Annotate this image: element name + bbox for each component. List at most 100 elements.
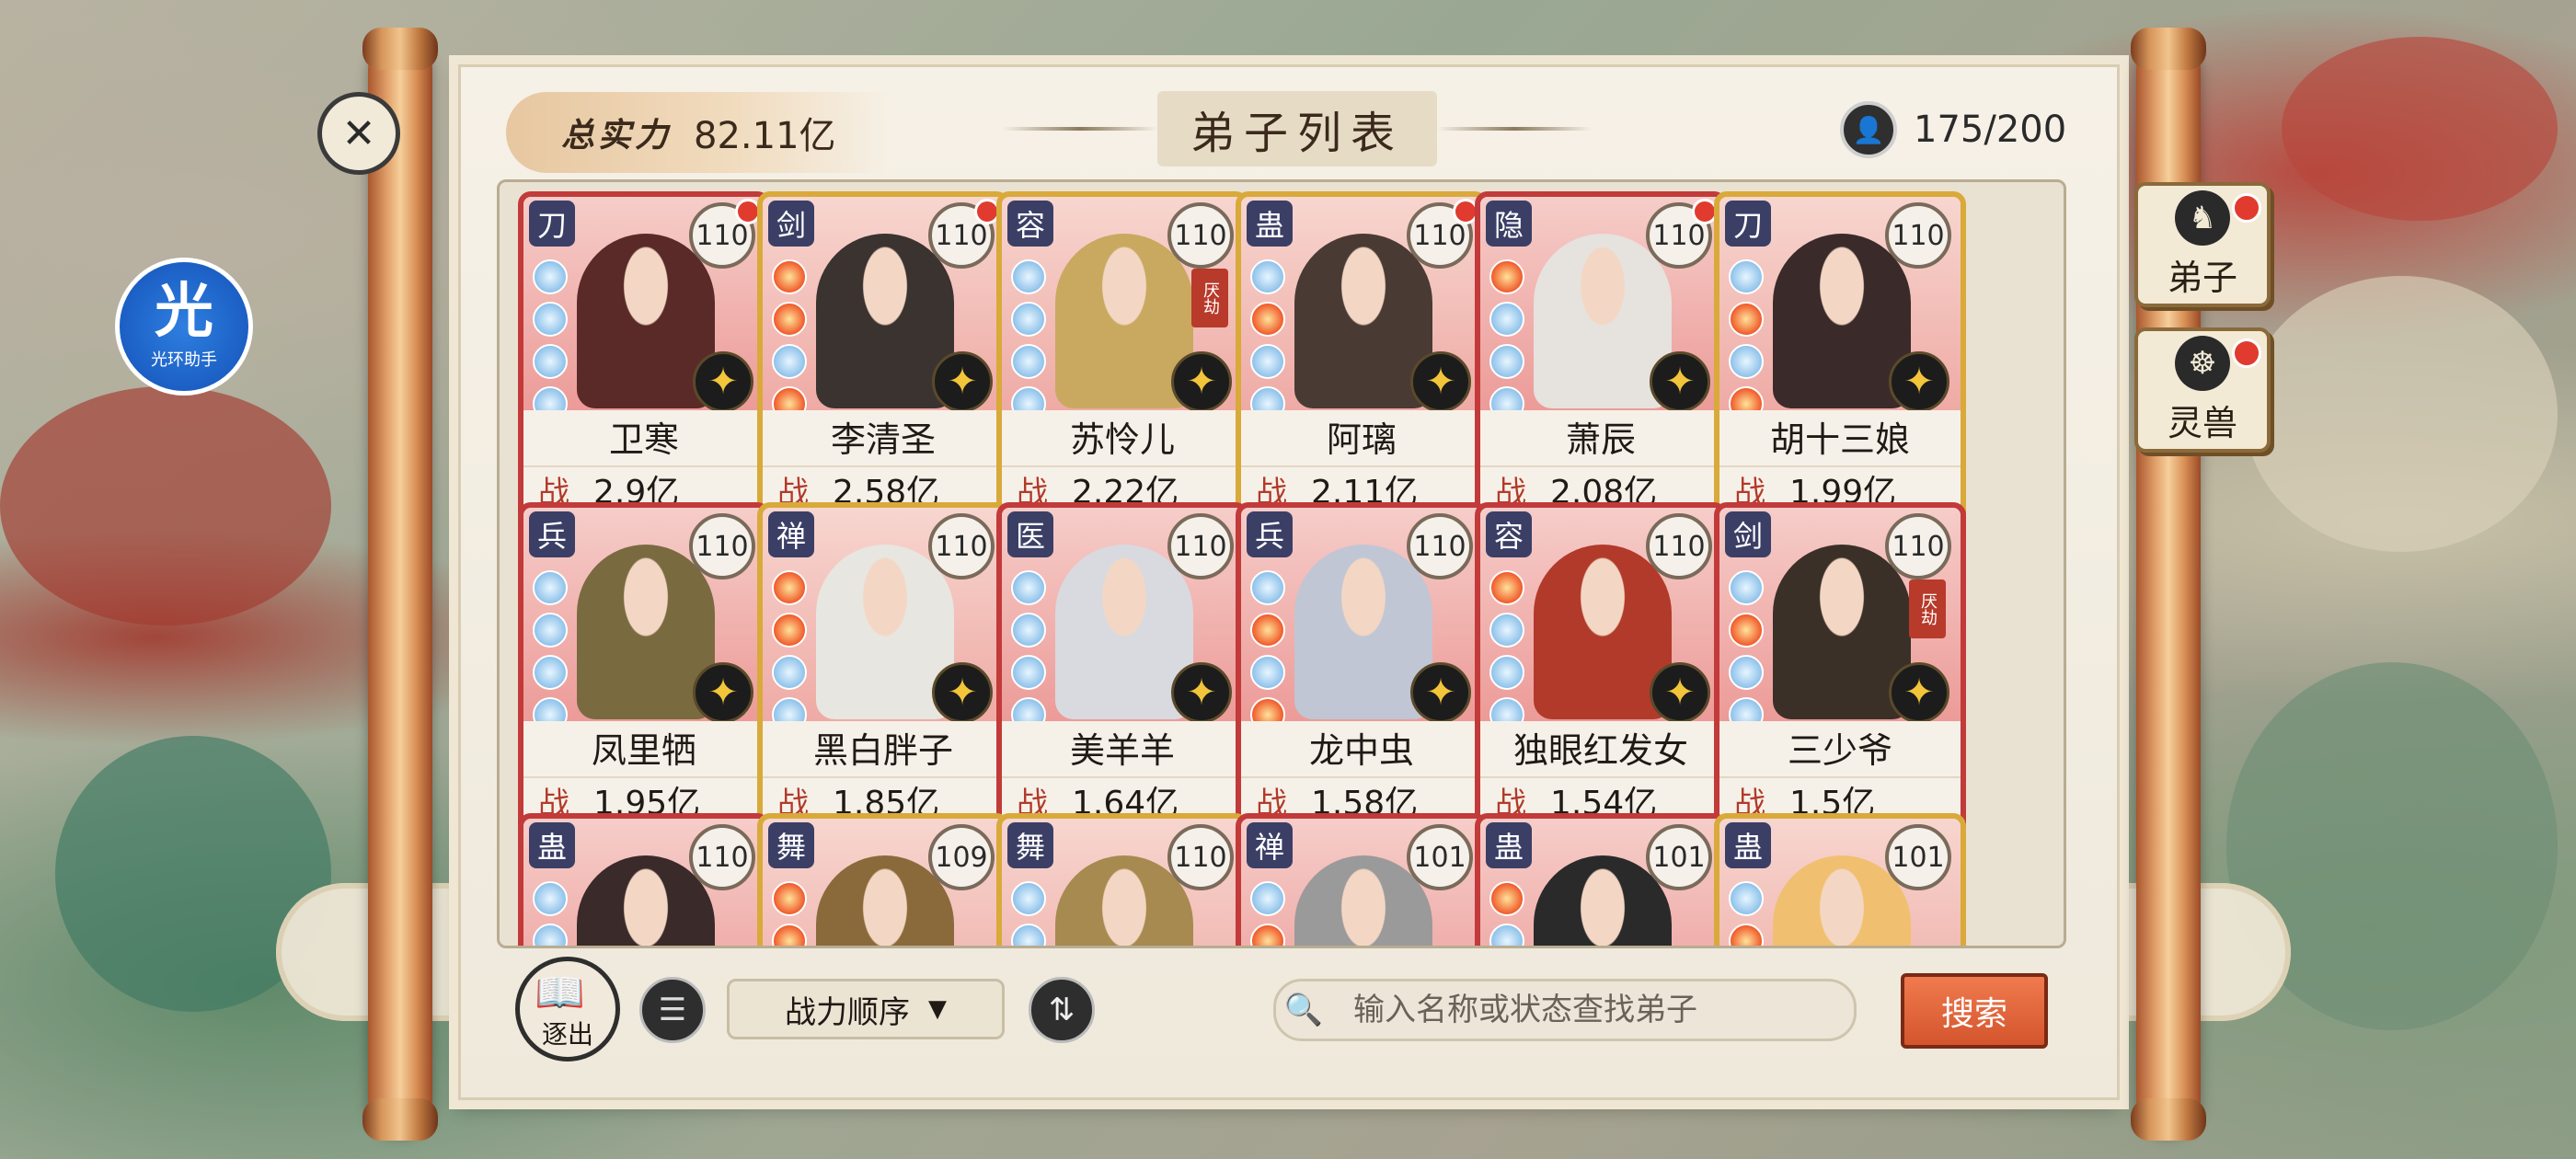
sect-type-badge: 容 [1486,511,1532,557]
disciple-info: 阿璃战 2.11亿 [1241,410,1482,517]
helper-label: 光环助手 [151,350,217,370]
disciple-card[interactable]: 蛊101✦战 [1714,813,1966,946]
close-icon[interactable]: ✕ [317,92,400,175]
star-icon: ✦ [693,351,753,412]
element-orbs [772,881,807,946]
disciple-card[interactable]: 禅101✦战 [1236,813,1488,946]
disciple-card[interactable]: 舞109✦战 [757,813,1009,946]
star-icon: ✦ [693,662,753,723]
disciple-card[interactable]: 舞110✦战 [996,813,1248,946]
disciple-name: 卫寒 [608,419,679,460]
disciple-name: 独眼红发女 [1512,730,1688,771]
search-button[interactable]: 搜索 [1901,973,2048,1049]
disciple-info: 三少爷战 1.5亿 [1719,721,1961,828]
disciple-card[interactable]: 剑 110 厌劫 ✦ 三少爷战 1.5亿 [1714,502,1966,833]
element-orbs [1729,881,1764,946]
total-power-label: 总实力 [561,116,673,155]
sect-type-badge: 剑 [1725,511,1771,557]
beast-icon: ☸ [2175,335,2230,391]
status-seal: 厌劫 [1909,580,1946,638]
level-badge: 110 [1167,824,1234,890]
disciple-card[interactable]: 蛊101✦战 [1475,813,1727,946]
disciple-name: 三少爷 [1787,730,1892,771]
disciple-name: 美羊羊 [1069,730,1175,771]
sort-order-icon[interactable]: ⇅ [1029,977,1095,1043]
person-icon: 👤 [1840,101,1897,158]
helper-floating-button[interactable]: 光 光环助手 [115,258,253,396]
exit-button[interactable]: 📖 逐出 [515,957,620,1061]
disciple-card[interactable]: 蛊 110 ✦ 阿璃战 2.11亿 [1236,191,1488,522]
sect-type-badge: 蛊 [1725,822,1771,868]
search-box: 🔍 [1273,979,1857,1041]
disciple-card[interactable]: 兵 110 ✦ 龙中虫战 1.58亿 [1236,502,1488,833]
star-icon: ✦ [932,351,993,412]
sect-type-badge: 刀 [529,201,575,247]
disciple-card[interactable]: 蛊110✦战 [518,813,770,946]
disciple-card[interactable]: 刀 110 ✦ 胡十三娘战 1.99亿 [1714,191,1966,522]
disciple-card[interactable]: 刀 110 ✦ 卫寒战 2.9亿 [518,191,770,522]
total-power-value: 82.11亿 [694,115,836,157]
disciple-card[interactable]: 医 110 ✦ 美羊羊战 1.64亿 [996,502,1248,833]
tab-disciples[interactable]: ♞ 弟子 [2134,182,2271,307]
disciple-card[interactable]: 剑 110 ✦ 李清圣战 2.58亿 [757,191,1009,522]
page-title-text: 弟子列表 [1157,91,1438,166]
disciple-card[interactable]: 禅 110 ✦ 黑白胖子战 1.85亿 [757,502,1009,833]
disciple-info: 龙中虫战 1.58亿 [1241,721,1482,828]
element-orbs [1729,570,1764,732]
disciple-count-value: 175/200 [1914,109,2067,151]
disciple-info: 独眼红发女战 1.54亿 [1480,721,1721,828]
book-icon: 📖 [535,970,585,1016]
disciple-info: 凤里牺战 1.95亿 [523,721,765,828]
disciple-card[interactable]: 兵 110 ✦ 凤里牺战 1.95亿 [518,502,770,833]
disciple-info: 萧辰战 2.08亿 [1480,410,1721,517]
disciple-name: 龙中虫 [1308,730,1414,771]
disciple-name: 阿璃 [1326,419,1397,460]
disciple-info: 美羊羊战 1.64亿 [1002,721,1243,828]
tab-spirit-beasts-label: 灵兽 [2167,402,2237,443]
sect-type-badge: 兵 [1247,511,1293,557]
sect-type-badge: 蛊 [1247,201,1293,247]
star-icon: ✦ [1410,662,1471,723]
disciple-card[interactable]: 容 110 ✦ 独眼红发女战 1.54亿 [1475,502,1727,833]
star-icon: ✦ [1171,351,1232,412]
total-power: 总实力 82.11亿 [506,92,892,173]
star-icon: ✦ [1650,351,1710,412]
star-icon: ✦ [1171,662,1232,723]
disciple-card[interactable]: 容 110 厌劫 ✦ 苏怜儿战 2.22亿 [996,191,1248,522]
element-orbs [1489,570,1524,732]
sect-type-badge: 刀 [1725,201,1771,247]
element-orbs [533,259,568,421]
element-orbs [1489,259,1524,421]
sort-dropdown[interactable]: 战力顺序 ▼ [727,979,1005,1039]
level-badge: 110 [1167,202,1234,269]
element-orbs [1011,259,1046,421]
notification-dot [2232,339,2261,368]
sect-type-badge: 禅 [768,511,814,557]
star-icon: ✦ [1889,662,1949,723]
disciple-card[interactable]: 隐 110 ✦ 萧辰战 2.08亿 [1475,191,1727,522]
element-orbs [1011,881,1046,946]
element-orbs [1011,570,1046,732]
star-icon: ✦ [1889,351,1949,412]
sect-type-badge: 剑 [768,201,814,247]
level-badge: 101 [1407,824,1473,890]
element-orbs [533,881,568,946]
element-orbs [1489,881,1524,946]
level-badge: 101 [1885,824,1951,890]
list-icon[interactable]: ☰ [639,977,706,1043]
disciple-icon: ♞ [2175,189,2230,246]
disciple-name: 苏怜儿 [1069,419,1175,460]
disciple-grid[interactable]: 刀 110 ✦ 卫寒战 2.9亿剑 110 ✦ 李清圣战 2.58亿容 110 厌劫 ✦ 苏怜儿战 2.2… [497,179,2066,948]
star-icon: ✦ [1410,351,1471,412]
status-seal: 厌劫 [1191,269,1228,327]
tab-spirit-beasts[interactable]: ☸ 灵兽 [2134,327,2271,453]
disciple-name: 李清圣 [830,419,936,460]
search-input[interactable] [1331,991,1854,1029]
level-badge: 110 [1167,513,1234,580]
search-icon: 🔍 [1283,992,1324,1028]
element-orbs [1250,570,1285,732]
disciple-info: 黑白胖子战 1.85亿 [763,721,1004,828]
disciple-name: 萧辰 [1565,419,1636,460]
tab-disciples-label: 弟子 [2167,257,2237,298]
sect-type-badge: 禅 [1247,822,1293,868]
